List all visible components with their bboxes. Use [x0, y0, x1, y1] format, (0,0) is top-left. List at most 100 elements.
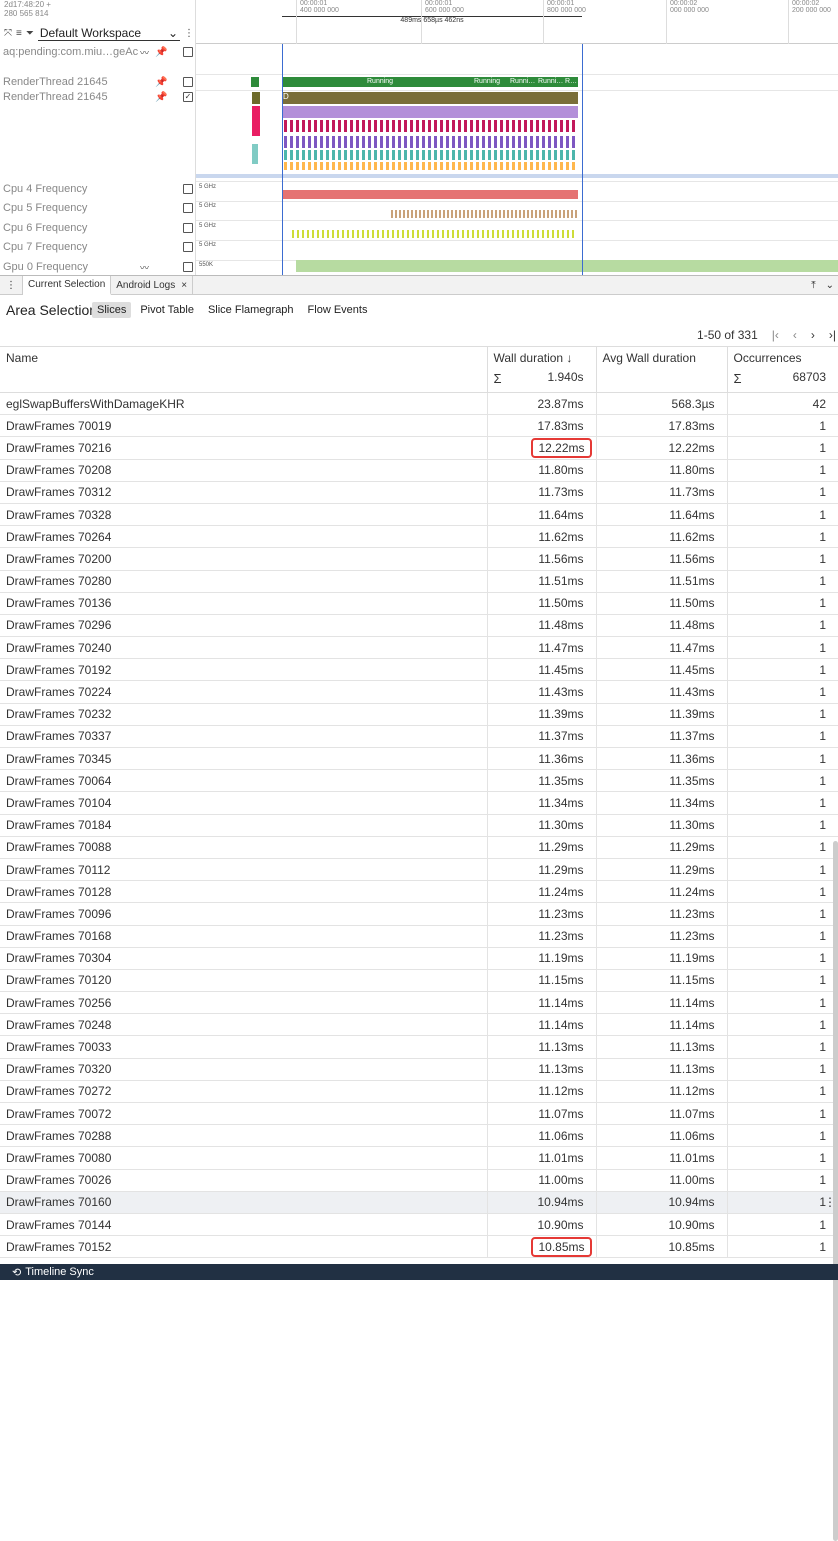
- cpu-freq[interactable]: [439, 210, 441, 218]
- track-checkbox[interactable]: [183, 184, 193, 194]
- table-row[interactable]: DrawFrames 70120 11.15ms 11.15ms 1: [0, 969, 838, 993]
- cpu-freq[interactable]: [523, 210, 525, 218]
- cpu-freq[interactable]: [372, 230, 374, 238]
- slice[interactable]: [536, 162, 539, 170]
- slice[interactable]: [326, 120, 329, 132]
- cpu-freq[interactable]: [407, 230, 409, 238]
- col-wall-duration[interactable]: Wall duration ↓ Σ 1.940s: [487, 346, 597, 393]
- slice[interactable]: [512, 120, 515, 132]
- slice[interactable]: [542, 150, 545, 160]
- slice[interactable]: [512, 150, 515, 160]
- pin-icon[interactable]: 📌: [155, 47, 167, 58]
- slice[interactable]: [548, 162, 551, 170]
- table-row[interactable]: DrawFrames 70072 11.07ms 11.07ms 1: [0, 1102, 838, 1126]
- cpu-freq[interactable]: [402, 230, 404, 238]
- cpu-freq[interactable]: [411, 210, 413, 218]
- slice[interactable]: [476, 136, 479, 148]
- slice[interactable]: [404, 136, 407, 148]
- cpu-freq[interactable]: [547, 210, 549, 218]
- slice[interactable]: [464, 136, 467, 148]
- cpu-freq[interactable]: [527, 210, 529, 218]
- slice[interactable]: [284, 136, 287, 148]
- table-row[interactable]: DrawFrames 70328 11.64ms 11.64ms 1: [0, 503, 838, 527]
- table-row[interactable]: DrawFrames 70337 11.37ms 11.37ms 1: [0, 725, 838, 749]
- cpu-freq[interactable]: [357, 230, 359, 238]
- slice[interactable]: [338, 162, 341, 170]
- slice[interactable]: [572, 136, 575, 148]
- slice[interactable]: [302, 162, 305, 170]
- cpu-freq[interactable]: [482, 230, 484, 238]
- cpu-freq[interactable]: [559, 210, 561, 218]
- table-row[interactable]: DrawFrames 70168 11.23ms 11.23ms 1: [0, 925, 838, 948]
- table-row[interactable]: DrawFrames 70184 11.30ms 11.30ms 1: [0, 814, 838, 837]
- cpu-freq[interactable]: [342, 230, 344, 238]
- slice[interactable]: [476, 150, 479, 160]
- cpu-freq[interactable]: [557, 230, 559, 238]
- cpu-freq[interactable]: [307, 230, 309, 238]
- slice[interactable]: [422, 120, 425, 132]
- track-divider[interactable]: [196, 220, 838, 221]
- slice[interactable]: [506, 162, 509, 170]
- slice[interactable]: [344, 120, 347, 132]
- cpu-freq[interactable]: [563, 210, 565, 218]
- slice[interactable]: [446, 150, 449, 160]
- slice[interactable]: [542, 136, 545, 148]
- slice[interactable]: [482, 162, 485, 170]
- slice[interactable]: [386, 162, 389, 170]
- collapse-panel-icon[interactable]: ⌄: [826, 280, 834, 291]
- cpu-freq[interactable]: [532, 230, 534, 238]
- slice[interactable]: [488, 136, 491, 148]
- slice[interactable]: [488, 150, 491, 160]
- cpu-freq[interactable]: [387, 230, 389, 238]
- track-divider[interactable]: [196, 90, 838, 91]
- table-row[interactable]: DrawFrames 70296 11.48ms 11.48ms 1: [0, 614, 838, 638]
- slice[interactable]: [410, 136, 413, 148]
- table-row[interactable]: DrawFrames 70088 11.29ms 11.29ms 1: [0, 836, 838, 859]
- cpu-freq[interactable]: [447, 230, 449, 238]
- slice[interactable]: [560, 150, 563, 160]
- cpu5-freq-bar[interactable]: [282, 190, 578, 199]
- slice[interactable]: [290, 120, 293, 132]
- cpu-freq[interactable]: [467, 230, 469, 238]
- slice[interactable]: [446, 120, 449, 132]
- col-occurrences[interactable]: Occurrences Σ 68703: [727, 346, 838, 393]
- cpu-freq[interactable]: [552, 230, 554, 238]
- col-avg-wall-duration[interactable]: Avg Wall duration: [596, 346, 728, 393]
- slice[interactable]: [356, 162, 359, 170]
- slice[interactable]: [422, 150, 425, 160]
- slice[interactable]: [440, 150, 443, 160]
- table-row[interactable]: DrawFrames 70144 10.90ms 10.90ms 1: [0, 1213, 838, 1237]
- cpu-freq[interactable]: [515, 210, 517, 218]
- pin-icon[interactable]: 📌: [155, 77, 167, 88]
- workspace-select[interactable]: Default Workspace ⌄: [37, 26, 180, 41]
- slice[interactable]: [434, 120, 437, 132]
- slice[interactable]: [428, 162, 431, 170]
- table-row[interactable]: DrawFrames 70033 11.13ms 11.13ms 1: [0, 1035, 838, 1059]
- slice[interactable]: [530, 162, 533, 170]
- slice[interactable]: [308, 136, 311, 148]
- slice-row[interactable]: [282, 106, 578, 118]
- table-row[interactable]: DrawFrames 70112 11.29ms 11.29ms 1: [0, 858, 838, 882]
- cpu-freq[interactable]: [531, 210, 533, 218]
- cpu-freq[interactable]: [415, 210, 417, 218]
- cpu-freq[interactable]: [362, 230, 364, 238]
- last-page-icon[interactable]: ›|: [829, 328, 836, 342]
- slice[interactable]: [314, 136, 317, 148]
- slice[interactable]: [494, 120, 497, 132]
- table-row[interactable]: DrawFrames 70019 17.83ms 17.83ms 1: [0, 414, 838, 438]
- slice[interactable]: [252, 106, 260, 136]
- table-row[interactable]: DrawFrames 70200 11.56ms 11.56ms 1: [0, 547, 838, 571]
- subtab-slice-flamegraph[interactable]: Slice Flamegraph: [203, 302, 299, 318]
- slice[interactable]: [308, 120, 311, 132]
- cpu-freq[interactable]: [292, 230, 294, 238]
- cpu-freq[interactable]: [575, 210, 577, 218]
- cpu-freq[interactable]: [422, 230, 424, 238]
- slice[interactable]: [446, 136, 449, 148]
- slice[interactable]: [530, 136, 533, 148]
- slice[interactable]: [518, 120, 521, 132]
- slice[interactable]: [284, 162, 287, 170]
- table-row[interactable]: DrawFrames 70240 11.47ms 11.47ms 1: [0, 636, 838, 660]
- slice[interactable]: [452, 162, 455, 170]
- track-canvas[interactable]: Running Running Runni… Runni… R… D 5 GHz 5 GHz 5…: [196, 44, 838, 275]
- cpu-freq[interactable]: [337, 230, 339, 238]
